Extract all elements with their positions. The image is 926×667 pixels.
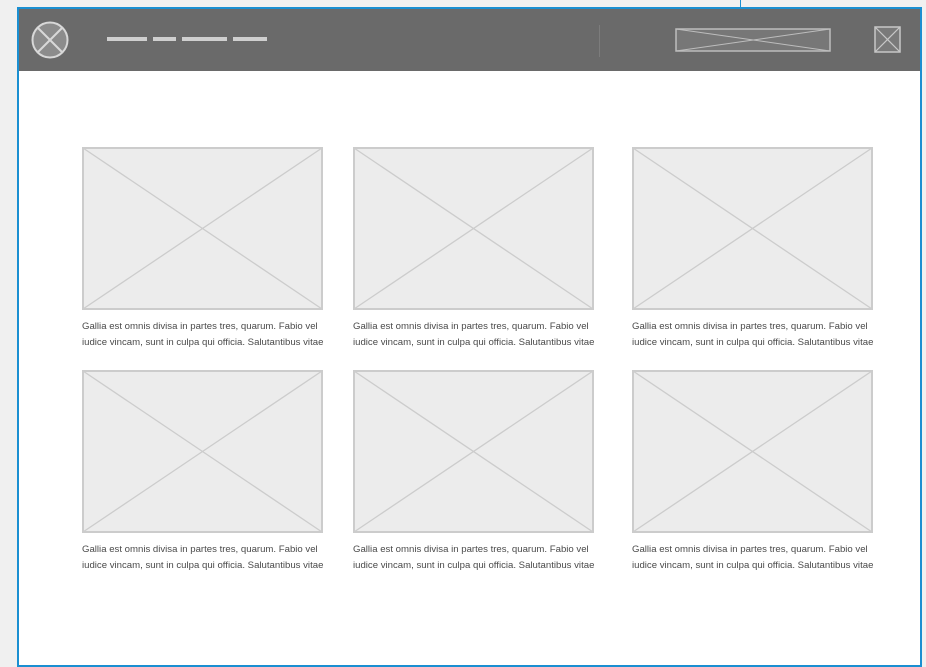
caption-line-2: iudice vincam, sunt in culpa qui officia…	[82, 337, 324, 348]
grid-card-5[interactable]: Gallia est omnis divisa in partes tres, …	[353, 370, 609, 574]
logo-icon[interactable]	[31, 21, 69, 59]
nav-item-3[interactable]	[182, 37, 227, 41]
grid-card-3[interactable]: Gallia est omnis divisa in partes tres, …	[632, 147, 888, 351]
image-placeholder-icon	[353, 147, 594, 310]
search-field[interactable]	[675, 28, 831, 52]
caption-line-1: Gallia est omnis divisa in partes tres, …	[82, 321, 318, 332]
nav-item-1[interactable]	[107, 37, 147, 41]
grid-card-1[interactable]: Gallia est omnis divisa in partes tres, …	[82, 147, 338, 351]
image-placeholder-icon	[82, 147, 323, 310]
grid-card-2[interactable]: Gallia est omnis divisa in partes tres, …	[353, 147, 609, 351]
caption-line-2: iudice vincam, sunt in culpa qui officia…	[632, 337, 874, 348]
card-caption: Gallia est omnis divisa in partes tres, …	[82, 542, 338, 574]
card-caption: Gallia est omnis divisa in partes tres, …	[353, 319, 609, 351]
close-icon[interactable]	[874, 26, 901, 53]
grid-card-4[interactable]: Gallia est omnis divisa in partes tres, …	[82, 370, 338, 574]
caption-line-2: iudice vincam, sunt in culpa qui officia…	[632, 560, 874, 571]
image-placeholder-icon	[632, 370, 873, 533]
caption-line-1: Gallia est omnis divisa in partes tres, …	[353, 544, 589, 555]
top-navigation-bar	[19, 9, 920, 71]
browser-window: Gallia est omnis divisa in partes tres, …	[17, 7, 922, 667]
grid-card-6[interactable]: Gallia est omnis divisa in partes tres, …	[632, 370, 888, 574]
caption-line-2: iudice vincam, sunt in culpa qui officia…	[82, 560, 324, 571]
header-divider	[599, 25, 600, 57]
caption-line-1: Gallia est omnis divisa in partes tres, …	[353, 321, 589, 332]
nav-item-2[interactable]	[153, 37, 176, 41]
image-placeholder-icon	[632, 147, 873, 310]
card-caption: Gallia est omnis divisa in partes tres, …	[353, 542, 609, 574]
nav-item-4[interactable]	[233, 37, 267, 41]
main-nav	[107, 37, 267, 41]
card-caption: Gallia est omnis divisa in partes tres, …	[632, 542, 888, 574]
image-placeholder-icon	[82, 370, 323, 533]
image-placeholder-icon	[353, 370, 594, 533]
caption-line-1: Gallia est omnis divisa in partes tres, …	[632, 321, 868, 332]
caption-line-1: Gallia est omnis divisa in partes tres, …	[632, 544, 868, 555]
caption-line-2: iudice vincam, sunt in culpa qui officia…	[353, 560, 595, 571]
caption-line-2: iudice vincam, sunt in culpa qui officia…	[353, 337, 595, 348]
card-caption: Gallia est omnis divisa in partes tres, …	[632, 319, 888, 351]
caption-line-1: Gallia est omnis divisa in partes tres, …	[82, 544, 318, 555]
card-caption: Gallia est omnis divisa in partes tres, …	[82, 319, 338, 351]
